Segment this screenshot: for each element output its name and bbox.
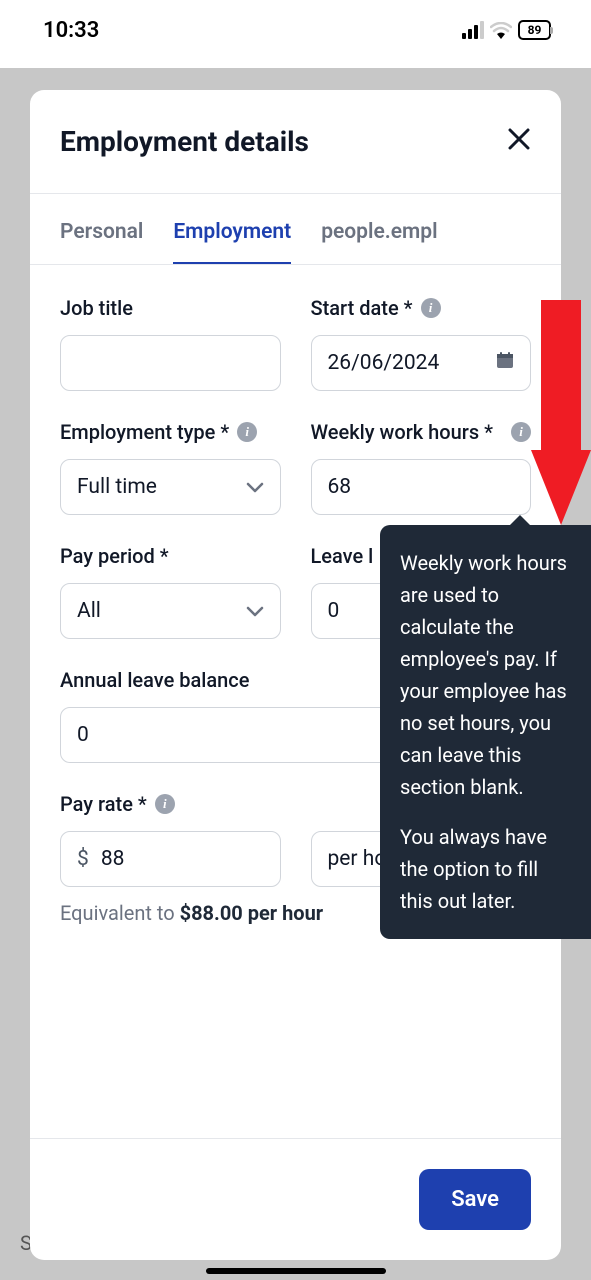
employment-type-value: Full time [77, 475, 157, 499]
leave-loading-label: Leave l [311, 544, 374, 568]
info-icon[interactable]: i [237, 422, 257, 442]
tab-employment[interactable]: Employment [173, 194, 291, 264]
start-date-value: 26/06/2024 [328, 351, 440, 375]
battery-level: 89 [528, 23, 542, 37]
cellular-signal-icon [462, 21, 484, 39]
currency-symbol: $ [77, 847, 89, 871]
info-icon[interactable]: i [511, 422, 531, 442]
employment-type-label: Employment type * [60, 420, 229, 444]
pay-rate-label: Pay rate * [60, 792, 147, 816]
info-icon[interactable]: i [155, 794, 175, 814]
info-icon[interactable]: i [421, 298, 441, 318]
save-button[interactable]: Save [419, 1169, 531, 1230]
wifi-icon [490, 22, 512, 39]
job-title-label: Job title [60, 296, 133, 320]
tabs: Personal Employment people.empl [30, 194, 561, 265]
modal-title: Employment details [60, 125, 309, 158]
job-title-input[interactable] [60, 335, 281, 391]
calendar-icon [496, 351, 514, 375]
pay-period-label: Pay period * [60, 544, 169, 568]
tab-people-empl[interactable]: people.empl [321, 194, 437, 264]
start-date-input[interactable]: 26/06/2024 [311, 335, 532, 391]
tooltip-paragraph-1: Weekly work hours are used to calculate … [400, 547, 571, 803]
chevron-down-icon [246, 475, 264, 499]
close-icon [507, 124, 531, 159]
modal-header: Employment details [30, 90, 561, 194]
pay-rate-input[interactable]: $ 88 [60, 831, 281, 887]
home-indicator[interactable] [206, 1268, 386, 1274]
tab-personal[interactable]: Personal [60, 194, 143, 264]
start-date-label: Start date * [311, 296, 413, 320]
chevron-down-icon [246, 599, 264, 623]
pay-period-select[interactable]: All [60, 583, 281, 639]
pay-period-value: All [77, 599, 101, 623]
pay-rate-value: 88 [101, 847, 125, 871]
annotation-arrow-icon [531, 300, 591, 534]
close-button[interactable] [507, 127, 531, 157]
weekly-hours-label: Weekly work hours * [311, 420, 493, 444]
status-time: 10:33 [43, 18, 99, 43]
status-icons: 89 [462, 20, 551, 40]
equivalent-value: $88.00 per hour [180, 901, 324, 925]
status-bar: 10:33 89 [0, 0, 591, 60]
battery-icon: 89 [518, 20, 551, 40]
weekly-hours-tooltip: Weekly work hours are used to calculate … [380, 525, 591, 939]
equivalent-prefix: Equivalent to [60, 901, 180, 925]
modal-footer: Save [30, 1138, 561, 1260]
employment-type-select[interactable]: Full time [60, 459, 281, 515]
tooltip-paragraph-2: You always have the option to fill this … [400, 821, 571, 917]
annual-leave-label: Annual leave balance [60, 668, 249, 692]
weekly-hours-input[interactable]: 68 [311, 459, 532, 515]
